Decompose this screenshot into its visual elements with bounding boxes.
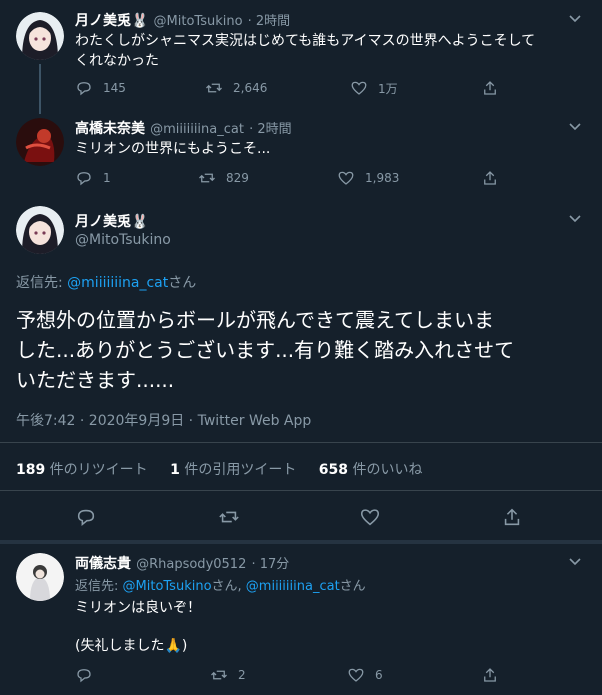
main-tweet-text: 予想外の位置からボールが飛んできて震えてしまいま した...ありがとうございます… — [16, 305, 586, 395]
tweet1-text-line: くれなかった — [75, 53, 159, 69]
reply-retweet-count: 2 — [238, 668, 246, 682]
stat-retweets-label: 件のリツイート — [45, 462, 148, 478]
main-author-handle[interactable]: @MitoTsukino — [75, 232, 171, 248]
tweet1-retweet-count: 2,646 — [233, 81, 268, 95]
tweet1-reply-button[interactable]: 145 — [75, 79, 126, 97]
main-reply-to: 返信先: @miiiiiiina_catさん — [16, 272, 196, 292]
reply-to-user-link[interactable]: @miiiiiiina_cat — [67, 275, 168, 291]
retweet-icon[interactable] — [218, 506, 240, 528]
main-author-name[interactable]: 月ノ美兎🐰 — [75, 211, 148, 231]
share-icon[interactable] — [501, 506, 523, 528]
chevron-down-icon[interactable] — [568, 12, 582, 26]
tweet2-retweet-button[interactable]: 829 — [198, 169, 249, 187]
stat-retweets-count: 189 — [16, 462, 46, 478]
chevron-down-icon[interactable] — [568, 555, 582, 569]
reply-to-suffix: さん — [339, 579, 366, 594]
reply-to-label: 返信先: — [16, 275, 68, 291]
stat-likes-label: 件のいいね — [348, 462, 423, 478]
reply-text-line: (失礼しました🙏) — [75, 638, 188, 654]
tweet1-retweet-button[interactable]: 2,646 — [205, 79, 267, 97]
stat-retweets[interactable]: 189 件のリツイート — [16, 462, 148, 478]
reply-like-button[interactable]: 6 — [347, 666, 383, 684]
avatar-mito-1[interactable] — [16, 12, 64, 60]
tweet1-author-handle[interactable]: @MitoTsukino — [154, 14, 243, 29]
tweet2-header: 高橋未奈美 @miiiiiiina_cat · 2時間 — [75, 118, 292, 138]
share-icon — [484, 668, 496, 682]
like-icon — [338, 171, 354, 185]
tweet2-reply-count: 1 — [103, 171, 111, 185]
like-icon — [348, 668, 364, 682]
main-text-line: した...ありがとうございます...有り難く踏み入れさせて — [16, 338, 515, 362]
reply-author-handle[interactable]: @Rhapsody0512 — [136, 557, 246, 572]
reply-text-line: ミリオンは良いぞ！ — [75, 600, 201, 616]
reply-reply-button[interactable] — [75, 666, 93, 684]
share-icon — [484, 171, 496, 185]
tweet2-author-handle[interactable]: @miiiiiiina_cat — [150, 122, 244, 137]
divider — [0, 490, 602, 491]
section-separator — [0, 540, 602, 544]
stat-quotes-label: 件の引用ツイート — [179, 462, 297, 478]
stat-likes-count: 658 — [318, 462, 349, 478]
reply-to-suffix: さん — [168, 275, 197, 291]
stat-quotes-count: 1 — [170, 462, 180, 478]
tweet1-text: わたくしがシャニマス実況はじめても誰もアイマスの世界へようこそして くれなかった — [75, 31, 585, 71]
tweet1-time[interactable]: · 2時間 — [248, 14, 291, 29]
chevron-down-icon[interactable] — [568, 120, 582, 134]
reply-to-user-link[interactable]: @miiiiiiina_cat — [246, 579, 340, 594]
tweet2-retweet-count: 829 — [226, 171, 249, 185]
tweet1-like-button[interactable]: 1万 — [350, 79, 398, 97]
like-icon — [351, 81, 367, 95]
retweet-icon — [206, 83, 222, 93]
divider — [0, 442, 602, 443]
tweet1-like-count: 1万 — [378, 81, 398, 96]
reply-author-name[interactable]: 両儀志貴 — [75, 556, 131, 572]
tweet1-author-name[interactable]: 月ノ美兎🐰 — [75, 13, 148, 29]
tweet1-header: 月ノ美兎🐰 @MitoTsukino · 2時間 — [75, 10, 290, 30]
reply-share-button[interactable] — [481, 666, 499, 684]
tweet2-text: ミリオンの世界にもようこそ... — [75, 141, 271, 157]
tweet1-share-button[interactable] — [481, 79, 499, 97]
reply-icon — [77, 172, 91, 186]
avatar-mito-main[interactable] — [16, 206, 64, 254]
tweet2-like-button[interactable]: 1,983 — [337, 169, 399, 187]
reply-icon[interactable] — [75, 506, 97, 528]
tweet2-author-name[interactable]: 高橋未奈美 — [75, 121, 145, 137]
tweet2-like-count: 1,983 — [365, 171, 400, 185]
reply-retweet-button[interactable]: 2 — [210, 666, 246, 684]
reply-reply-to: 返信先: @MitoTsukinoさん, @miiiiiiina_catさん — [75, 575, 366, 594]
like-icon[interactable] — [359, 506, 381, 528]
stat-quotes[interactable]: 1 件の引用ツイート — [170, 462, 296, 478]
avatar-takahashi[interactable] — [16, 118, 64, 166]
reply-to-label: 返信先: — [75, 579, 123, 594]
main-text-line: 予想外の位置からボールが飛んできて震えてしまいま — [16, 308, 494, 332]
share-icon — [484, 81, 496, 95]
main-timestamp[interactable]: 午後7:42 · 2020年9月9日 · Twitter Web App — [16, 410, 311, 430]
tweet2-time[interactable]: · 2時間 — [249, 122, 292, 137]
reply-to-user-link[interactable]: @MitoTsukino — [123, 579, 212, 594]
stat-likes[interactable]: 658 件のいいね — [319, 462, 423, 478]
reply-header: 両儀志貴 @Rhapsody0512 · 17分 — [75, 553, 289, 573]
reply-icon — [77, 82, 91, 96]
main-text-line: いただきます...... — [16, 368, 175, 392]
reply-like-count: 6 — [375, 668, 383, 682]
tweet2-share-button[interactable] — [481, 169, 499, 187]
retweet-icon — [199, 173, 215, 183]
tweet2-reply-button[interactable]: 1 — [75, 169, 111, 187]
tweet1-reply-count: 145 — [103, 81, 126, 95]
reply-to-separator: さん, — [211, 579, 246, 594]
reply-time[interactable]: · 17分 — [251, 557, 289, 572]
main-stats: 189 件のリツイート 1 件の引用ツイート 658 件のいいね — [16, 459, 422, 479]
reply-icon — [77, 669, 91, 683]
chevron-down-icon[interactable] — [568, 212, 582, 226]
retweet-icon — [211, 670, 227, 680]
avatar-ryougi[interactable] — [16, 553, 64, 601]
tweet1-text-line: わたくしがシャニマス実況はじめても誰もアイマスの世界へようこそして — [75, 33, 536, 49]
thread-line — [39, 64, 41, 114]
